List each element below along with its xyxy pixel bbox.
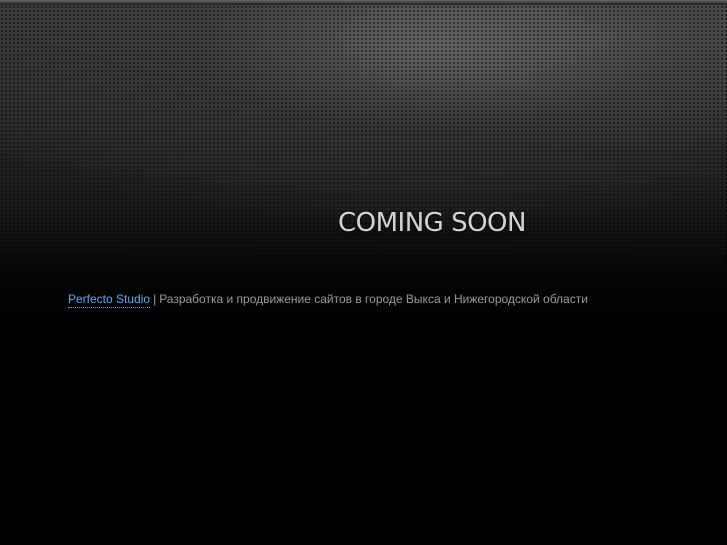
tagline: Perfecto Studio | Разработка и продвижение… <box>68 292 588 308</box>
separator: | <box>153 292 157 306</box>
coming-soon-heading: COMING SOON <box>338 208 526 238</box>
brand-link[interactable]: Perfecto Studio <box>68 292 151 308</box>
tagline-description: Разработка и продвижение сайтов в городе… <box>159 292 588 306</box>
hero-banner <box>0 5 727 335</box>
page: COMING SOON Perfecto Studio | Разработка и… <box>0 0 727 545</box>
